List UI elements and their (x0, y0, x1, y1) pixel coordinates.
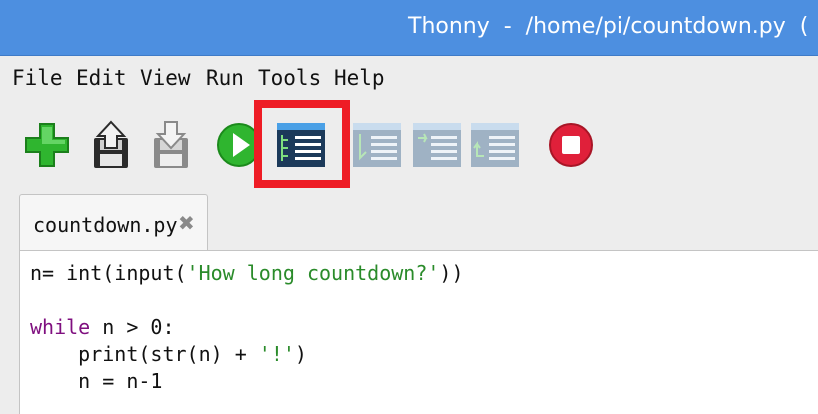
string-token: '!' (258, 342, 295, 366)
stop-button[interactable] (546, 120, 596, 170)
code-line[interactable]: print(str(n) + '!') (30, 342, 307, 366)
load-file-button[interactable] (86, 120, 136, 170)
step-out-button[interactable] (470, 120, 520, 170)
load-file-icon (94, 120, 128, 168)
save-file-icon (154, 121, 188, 168)
code-line[interactable]: n = n-1 (30, 369, 162, 393)
step-into-button[interactable] (412, 120, 462, 170)
menu-tools[interactable]: Tools (258, 66, 321, 90)
code-token: n = n-1 (30, 369, 163, 393)
code-token: n > 0: (90, 315, 175, 339)
new-file-icon (25, 123, 69, 167)
window-title: Thonny - /home/pi/countdown.py ( (408, 14, 809, 39)
debug-icon (277, 123, 325, 167)
menu-view[interactable]: View (140, 66, 191, 90)
code-line[interactable]: while n > 0: (30, 315, 175, 339)
menu-edit[interactable]: Edit (76, 66, 127, 90)
string-token: 'How long countdown?' (186, 261, 440, 285)
menu-file[interactable]: File (12, 66, 63, 90)
step-out-icon (471, 123, 519, 167)
code-token: n= int(input( (30, 261, 187, 285)
tab-close-icon[interactable]: ✖ (178, 211, 195, 235)
menu-run[interactable]: Run (206, 66, 244, 90)
code-token: print(str(n) + (30, 342, 259, 366)
save-file-button[interactable] (146, 120, 196, 170)
code-editor[interactable]: n= int(input('How long countdown?')) whil… (19, 250, 818, 414)
new-file-button[interactable] (22, 120, 72, 170)
run-icon (217, 123, 261, 167)
title-bar: Thonny - /home/pi/countdown.py ( (0, 0, 818, 56)
menu-help[interactable]: Help (334, 66, 385, 90)
run-button[interactable] (214, 120, 264, 170)
code-token: ) (294, 342, 307, 366)
tab-countdown-py[interactable]: countdown.py ✖ (19, 194, 208, 250)
keyword-token: while (30, 315, 91, 339)
tab-label: countdown.py (33, 213, 178, 237)
code-token: )) (439, 261, 464, 285)
debug-button[interactable] (276, 120, 326, 170)
step-into-icon (413, 123, 461, 167)
step-over-icon (353, 123, 401, 167)
stop-icon (549, 123, 593, 167)
code-line[interactable]: n= int(input('How long countdown?')) (30, 261, 464, 285)
step-over-button[interactable] (352, 120, 402, 170)
